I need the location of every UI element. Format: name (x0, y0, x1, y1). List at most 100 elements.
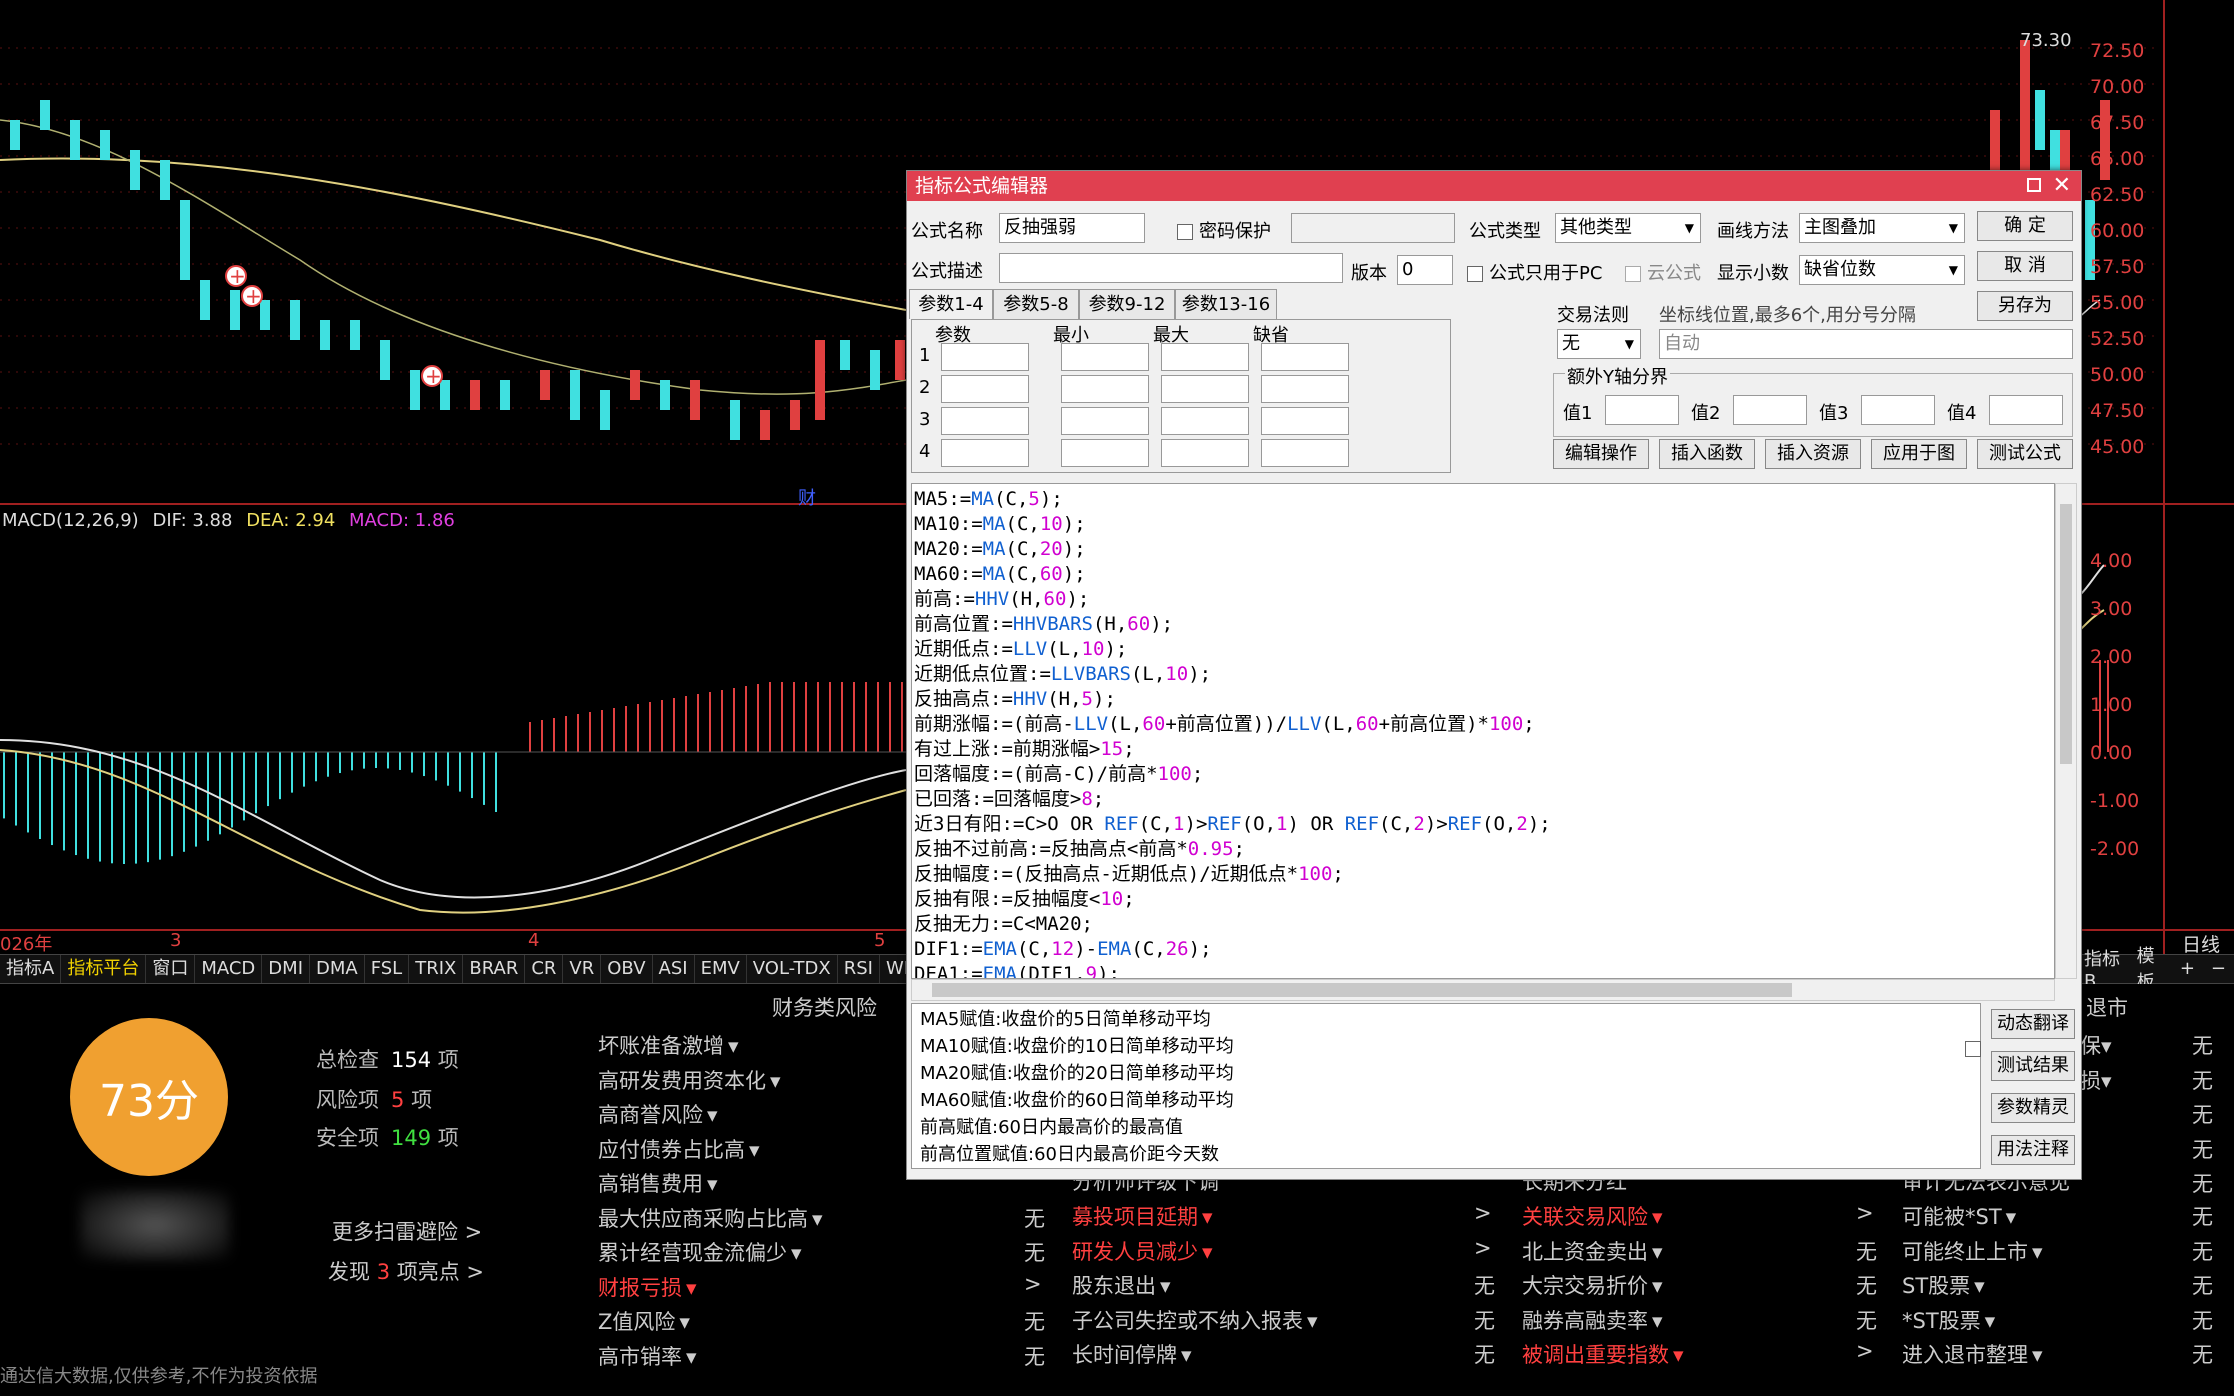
risk-item[interactable]: ST股票 ▾ (1902, 1270, 1985, 1300)
formula-desc-input[interactable] (999, 253, 1343, 283)
hscroll-thumb[interactable] (932, 983, 1792, 997)
param-tab[interactable]: 参数1-4 (909, 289, 993, 319)
param-cell-input[interactable] (1061, 375, 1149, 403)
param-cell-input[interactable] (1161, 343, 1249, 371)
save-as-button[interactable]: 另存为 (1977, 291, 2073, 321)
maximize-icon[interactable] (2027, 178, 2041, 192)
notes-checkbox[interactable] (1965, 1041, 1981, 1057)
indicator-tab[interactable]: − (2203, 958, 2234, 979)
highlights-link[interactable]: 发现 3 项亮点 > (328, 1256, 484, 1286)
close-icon[interactable]: ✕ (2053, 171, 2071, 201)
indicator-tab[interactable]: 指标A (0, 955, 62, 983)
cloud-formula-option[interactable]: 云公式 (1625, 259, 1701, 285)
pc-only-checkbox[interactable] (1467, 266, 1483, 282)
action-button[interactable]: 编辑操作 (1553, 439, 1649, 469)
param-cell-input[interactable] (941, 407, 1029, 435)
password-input[interactable] (1291, 213, 1455, 243)
password-checkbox[interactable] (1177, 224, 1193, 240)
extra-y-value-input[interactable] (1605, 395, 1679, 425)
risk-item[interactable]: 股东退出 ▾ (1072, 1270, 1171, 1300)
indicator-tab[interactable]: + (2172, 958, 2203, 979)
risk-item[interactable]: 进入退市整理 ▾ (1902, 1339, 2043, 1369)
param-tab[interactable]: 参数13-16 (1175, 289, 1277, 319)
param-cell-input[interactable] (941, 343, 1029, 371)
param-tabs[interactable]: 参数1-4 参数5-8 参数9-12 参数13-16 (909, 289, 1277, 319)
param-cell-input[interactable] (1061, 439, 1149, 467)
risk-item[interactable]: 长时间停牌 ▾ (1072, 1339, 1192, 1369)
risk-item[interactable]: 坏账准备激增 ▾ (598, 1030, 739, 1060)
pc-only-option[interactable]: 公式只用于PC (1467, 259, 1602, 285)
param-tab[interactable]: 参数5-8 (993, 289, 1079, 319)
vscroll-thumb[interactable] (2060, 504, 2072, 764)
code-hscrollbar[interactable] (911, 979, 2055, 1001)
password-protect[interactable]: 密码保护 (1177, 217, 1271, 243)
indicator-tab[interactable]: OBV (601, 955, 653, 983)
risk-item[interactable]: 可能终止上市 ▾ (1902, 1236, 2043, 1266)
risk-item[interactable]: *ST股票 ▾ (1902, 1305, 1995, 1335)
risk-item[interactable]: 高销售费用 ▾ (598, 1168, 718, 1198)
risk-item[interactable]: 可能被*ST ▾ (1902, 1201, 2016, 1231)
param-cell-input[interactable] (941, 439, 1029, 467)
indicator-tab[interactable]: 窗口 (146, 955, 196, 983)
risk-item[interactable]: 财报亏损 ▾ (598, 1272, 697, 1302)
formula-code-editor[interactable]: MA5:=MA(C,5); MA10:=MA(C,10); MA20:=MA(C,2… (911, 483, 2055, 979)
risk-item[interactable]: 大宗交易折价 ▾ (1522, 1270, 1663, 1300)
risk-item[interactable]: 子公司失控或不纳入报表 ▾ (1072, 1305, 1318, 1335)
cancel-button[interactable]: 取 消 (1977, 251, 2073, 281)
indicator-tab-bar-right[interactable]: 指标B 模板 + − (2076, 946, 2234, 993)
risk-item[interactable]: 损▾ (2080, 1065, 2112, 1095)
period-label[interactable]: 日线 (2182, 930, 2220, 957)
action-button[interactable]: 插入资源 (1765, 439, 1861, 469)
cloud-checkbox[interactable] (1625, 266, 1641, 282)
dialog-titlebar[interactable]: 指标公式编辑器 ✕ (907, 171, 2081, 201)
risk-item[interactable]: 被调出重要指数 ▾ (1522, 1339, 1684, 1369)
side-button[interactable]: 测试结果 (1991, 1051, 2075, 1081)
indicator-tab[interactable]: BRAR (463, 955, 526, 983)
param-tab[interactable]: 参数9-12 (1079, 289, 1175, 319)
extra-y-value-input[interactable] (1733, 395, 1807, 425)
risk-item[interactable]: 高研发费用资本化 ▾ (598, 1065, 781, 1095)
coord-input[interactable]: 自动 (1659, 329, 2073, 359)
formula-editor-dialog[interactable]: 指标公式编辑器 ✕ 公式名称 反抽强弱 密码保护 公式类型 其他类型 ▼ 画线方法… (906, 170, 2082, 1180)
ok-button[interactable]: 确 定 (1977, 211, 2073, 241)
risk-item[interactable]: 累计经营现金流偏少 ▾ (598, 1237, 802, 1267)
formula-type-select[interactable]: 其他类型 ▼ (1555, 213, 1701, 243)
extra-y-value-input[interactable] (1989, 395, 2063, 425)
risk-score-circle[interactable]: 73分 (70, 1018, 228, 1176)
indicator-tab[interactable]: FSL (365, 955, 410, 983)
indicator-tab[interactable]: ASI (653, 955, 695, 983)
param-cell-input[interactable] (1161, 375, 1249, 403)
param-cell-input[interactable] (1261, 343, 1349, 371)
indicator-tab[interactable]: RSI (838, 955, 880, 983)
more-scan-link[interactable]: 更多扫雷避险 > (332, 1216, 482, 1246)
indicator-tab[interactable]: CR (525, 955, 564, 983)
side-button[interactable]: 动态翻译 (1991, 1009, 2075, 1039)
risk-item[interactable]: Z值风险 ▾ (598, 1306, 690, 1336)
draw-method-select[interactable]: 主图叠加 ▼ (1799, 213, 1965, 243)
decimal-select[interactable]: 缺省位数 ▼ (1799, 255, 1965, 285)
risk-item[interactable]: 募投项目延期 ▾ (1072, 1201, 1213, 1231)
action-button[interactable]: 应用于图 (1871, 439, 1967, 469)
risk-item[interactable]: 高市销率 ▾ (598, 1341, 697, 1371)
param-cell-input[interactable] (941, 375, 1029, 403)
side-button[interactable]: 用法注释 (1991, 1135, 2075, 1165)
risk-item[interactable]: 保▾ (2080, 1030, 2112, 1060)
risk-item[interactable]: 研发人员减少 ▾ (1072, 1236, 1213, 1266)
version-input[interactable]: 0 (1397, 255, 1453, 285)
indicator-tab[interactable]: DMA (310, 955, 365, 983)
trade-rule-select[interactable]: 无 ▼ (1557, 329, 1641, 359)
param-cell-input[interactable] (1261, 439, 1349, 467)
indicator-tab[interactable]: VR (563, 955, 602, 983)
side-button[interactable]: 参数精灵 (1991, 1093, 2075, 1123)
risk-item[interactable]: 关联交易风险 ▾ (1522, 1201, 1663, 1231)
indicator-tab[interactable]: DMI (262, 955, 310, 983)
param-cell-input[interactable] (1261, 407, 1349, 435)
finance-marker[interactable]: 财 (798, 484, 816, 510)
indicator-tab[interactable]: TRIX (409, 955, 464, 983)
indicator-tab[interactable]: VOL-TDX (747, 955, 838, 983)
risk-item[interactable]: 融券高融卖率 ▾ (1522, 1305, 1663, 1335)
indicator-tab[interactable]: 指标平台 (61, 955, 147, 983)
risk-item[interactable]: 最大供应商采购占比高 ▾ (598, 1203, 823, 1233)
risk-item[interactable]: 高商誉风险 ▾ (598, 1099, 718, 1129)
param-cell-input[interactable] (1261, 375, 1349, 403)
